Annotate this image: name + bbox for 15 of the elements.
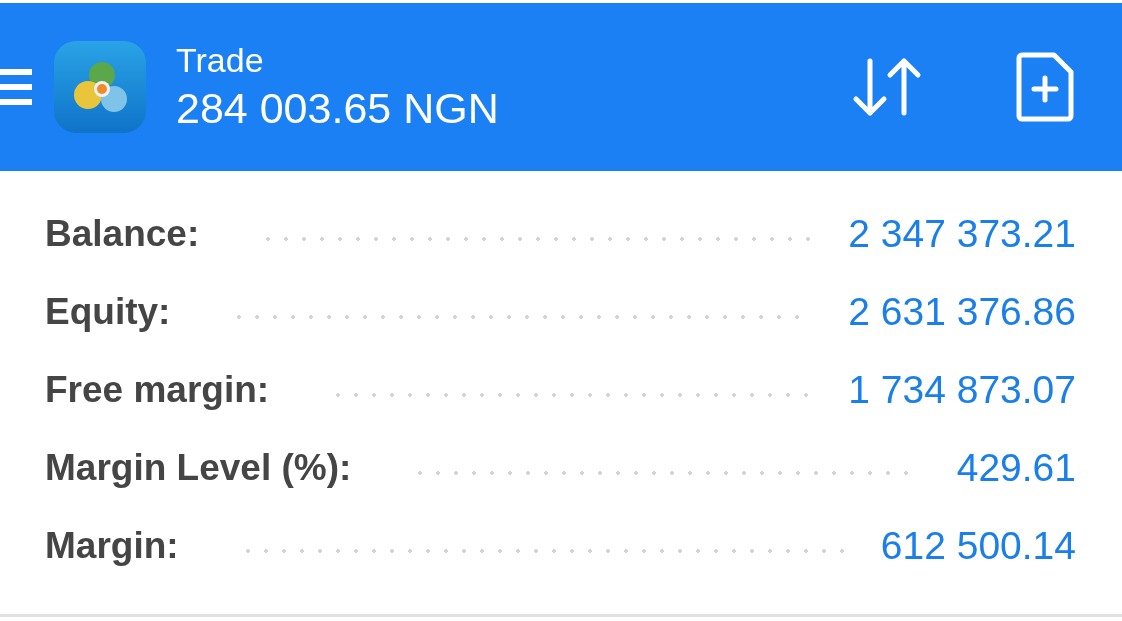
screen-title: Trade <box>176 41 265 80</box>
new-order-button[interactable] <box>1016 52 1074 122</box>
field-label: Margin: <box>45 525 179 567</box>
field-label: Equity: <box>45 291 171 333</box>
field-label: Margin Level (%): <box>45 447 352 489</box>
app-logo-icon <box>52 39 148 135</box>
field-label: Balance: <box>45 213 200 255</box>
field-value: 2 347 373.21 <box>848 212 1076 256</box>
account-amount: 284 003.65 NGN <box>176 84 500 133</box>
field-value: 429.61 <box>956 446 1076 490</box>
field-label: Free margin: <box>45 369 270 411</box>
add-document-icon <box>1016 52 1074 122</box>
field-value: 1 734 873.07 <box>848 368 1076 412</box>
field-value: 2 631 376.86 <box>848 290 1076 334</box>
field-value: 612 500.14 <box>880 524 1076 568</box>
